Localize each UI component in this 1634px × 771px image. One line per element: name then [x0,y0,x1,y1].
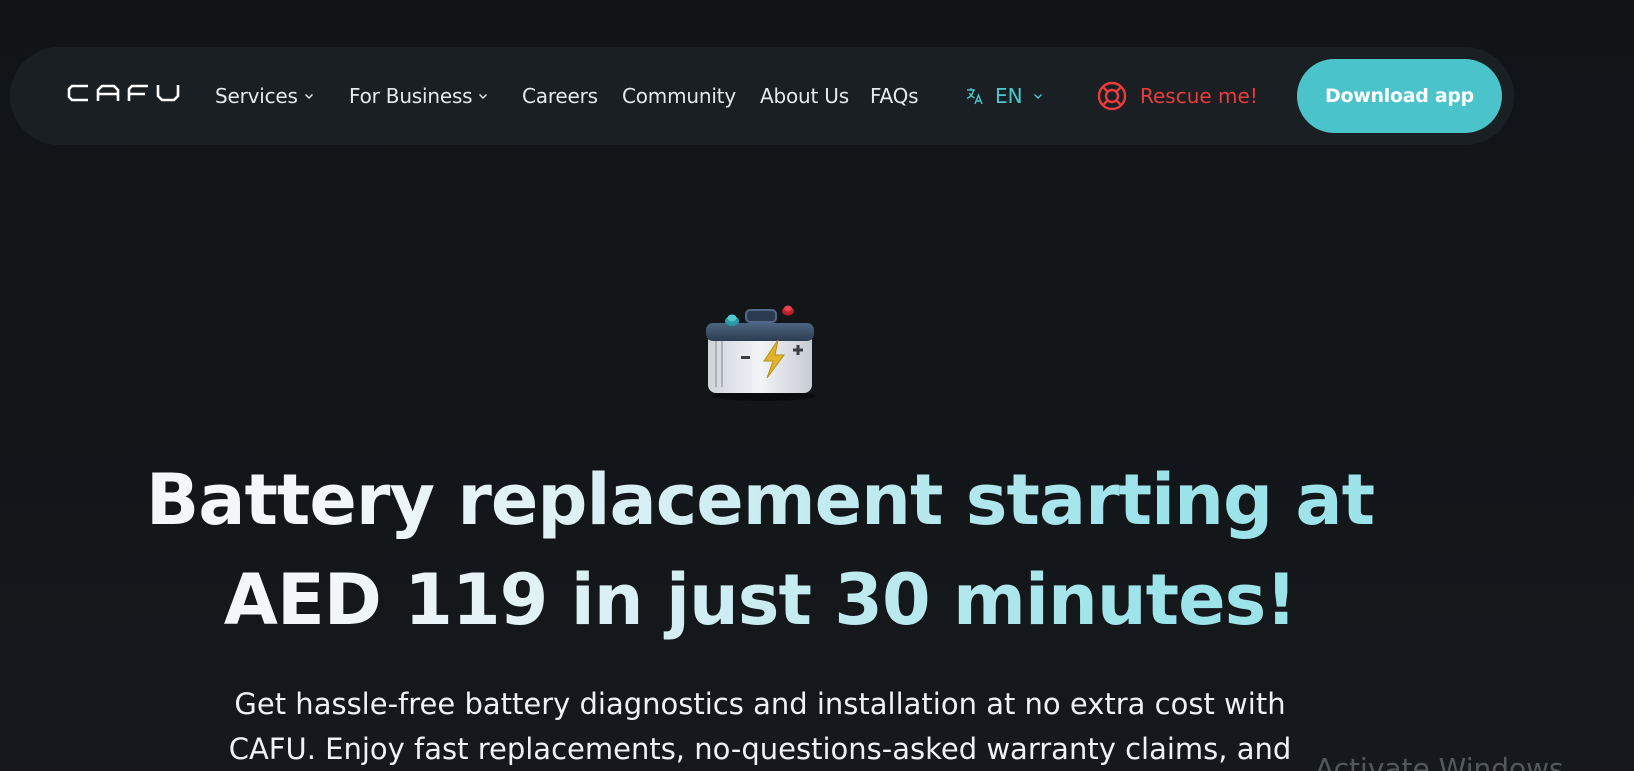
logo-letter-u [156,85,180,102]
nav-careers[interactable]: Careers [522,79,598,113]
chevron-down-icon [304,94,313,99]
rescue-me-label: Rescue me! [1140,84,1258,108]
hero-title-line1: Battery replacement starting at [145,459,1375,541]
lifebuoy-icon [1097,81,1127,111]
nav-for-business-label: For Business [349,84,473,108]
nav-community[interactable]: Community [622,79,736,113]
top-navbar: Services For Business Careers Community … [10,47,1514,145]
logo-letter-f [127,84,148,101]
hero-title: Battery replacement starting at AED 119 … [120,450,1400,650]
activate-windows-watermark: Activate Windows [1315,752,1564,771]
cafu-logo[interactable] [67,84,180,102]
logo-letter-a [96,84,120,101]
hero-subtitle-line2: CAFU. Enjoy fast replacements, no-questi… [228,732,1292,766]
nav-services-label: Services [215,84,298,108]
nav-about-us[interactable]: About Us [760,79,849,113]
nav-services[interactable]: Services [215,79,314,113]
download-app-button[interactable]: Download app [1297,59,1502,133]
page: Services For Business Careers Community … [0,0,1634,771]
translate-icon [966,88,983,105]
hero-subtitle: Get hassle-free battery diagnostics and … [160,682,1360,771]
chevron-down-icon [1033,94,1042,99]
nav-about-us-label: About Us [760,84,849,108]
language-label: EN [995,84,1023,108]
chevron-down-icon [479,94,488,99]
rescue-me-link[interactable]: Rescue me! [1096,77,1258,115]
nav-careers-label: Careers [522,84,598,108]
language-selector[interactable]: EN [965,79,1043,113]
car-battery-icon [706,305,816,401]
nav-faqs-label: FAQs [870,84,919,108]
logo-letter-c [67,84,88,102]
hero-title-line2: AED 119 in just 30 minutes! [223,559,1297,641]
nav-for-business[interactable]: For Business [349,79,488,113]
nav-faqs[interactable]: FAQs [870,79,919,113]
hero-subtitle-line1: Get hassle-free battery diagnostics and … [234,687,1286,721]
nav-community-label: Community [622,84,736,108]
